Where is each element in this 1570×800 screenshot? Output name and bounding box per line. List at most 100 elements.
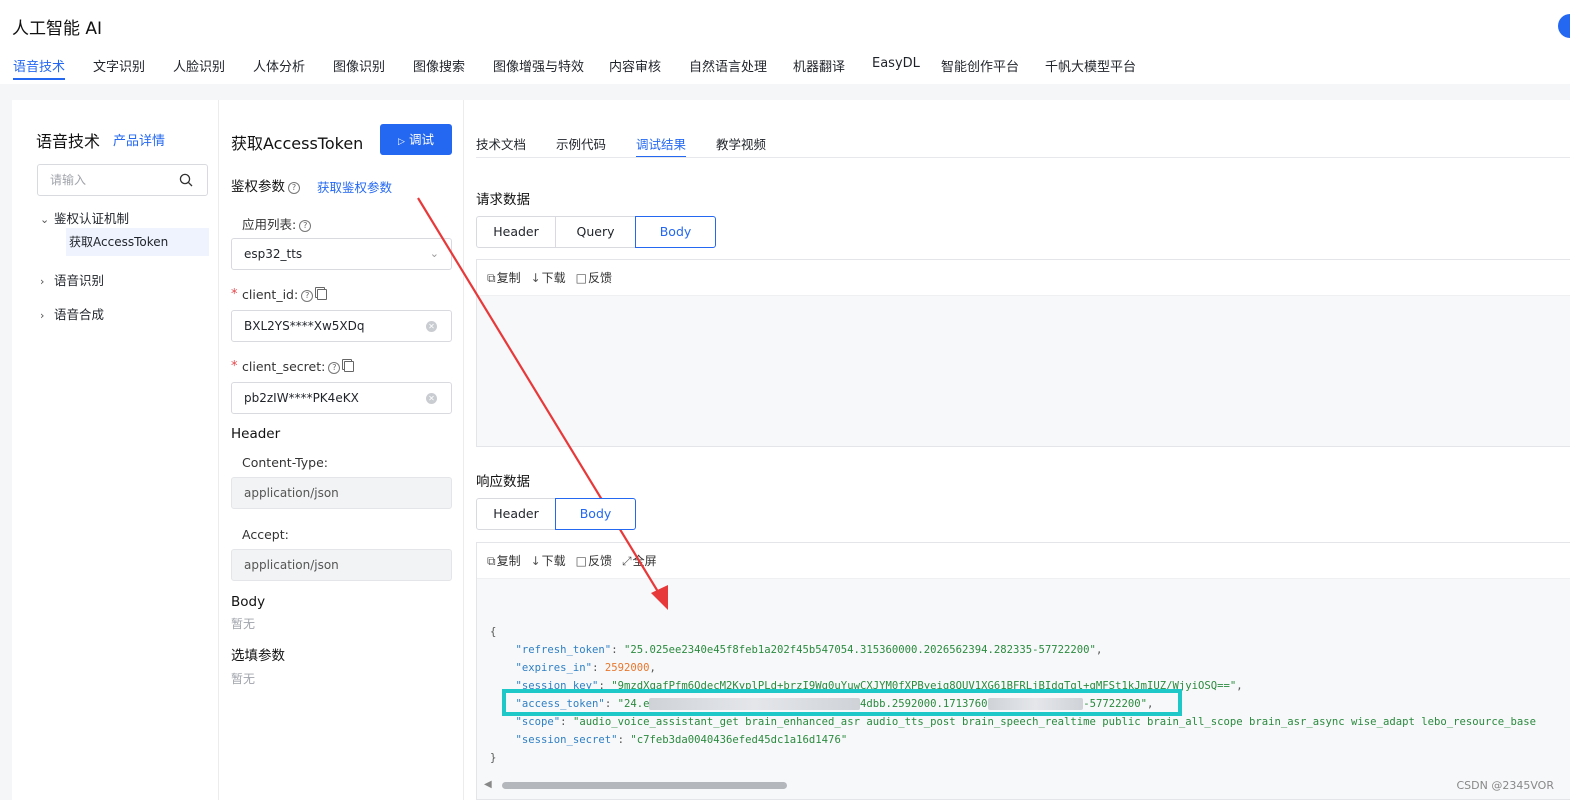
content-type-field: application/json — [231, 477, 452, 509]
search-input[interactable] — [50, 165, 180, 195]
client-id-field[interactable]: BXL2YS****Xw5XDq ✕ — [231, 310, 452, 342]
response-data-title: 响应数据 — [476, 474, 530, 490]
client-secret-label: client_secret:? — [242, 359, 355, 374]
tab-image-search[interactable]: 图像搜索 — [413, 56, 465, 75]
json-value: "25.025ee2340e45f8feb1a202f45b547054.315… — [623, 644, 1096, 656]
auth-section-label: 鉴权参数 — [231, 179, 285, 195]
debug-button[interactable]: ▷ 调试 — [380, 124, 452, 155]
response-segment: Header Body — [476, 498, 636, 530]
clear-icon[interactable]: ✕ — [426, 321, 437, 332]
tab-debug-result[interactable]: 调试结果 — [636, 134, 687, 158]
request-data-title: 请求数据 — [476, 192, 530, 208]
client-id-label-text: client_id: — [242, 287, 299, 302]
tab-ocr[interactable]: 文字识别 — [93, 56, 145, 75]
page-gutter — [0, 100, 12, 800]
tab-tutorial-video[interactable]: 教学视频 — [716, 134, 766, 153]
tree-item-auth[interactable]: ⌄ 鉴权认证机制 — [40, 208, 129, 227]
auth-section-title: 鉴权参数? — [231, 175, 300, 195]
tree-item-get-access-token[interactable]: 获取AccessToken — [66, 228, 209, 256]
response-toolbar: ⧉复制 ↓下载 □反馈 ⤢全屏 — [477, 543, 1570, 579]
tab-creation-platform[interactable]: 智能创作平台 — [941, 56, 1019, 75]
form-title: 获取AccessToken — [231, 134, 364, 153]
header-section-title: Header — [231, 426, 281, 442]
fullscreen-button[interactable]: ⤢全屏 — [622, 552, 657, 569]
client-secret-field[interactable]: pb2zIW****PK4eKX ✕ — [231, 382, 452, 414]
request-code-body — [477, 296, 1570, 446]
feedback-button[interactable]: □反馈 — [576, 552, 612, 569]
search-icon[interactable] — [179, 173, 193, 187]
response-code-panel: ⧉复制 ↓下载 □反馈 ⤢全屏 { "refresh_token": "25.0… — [476, 542, 1570, 800]
download-button[interactable]: ↓下载 — [531, 552, 566, 569]
tab-body-analysis[interactable]: 人体分析 — [253, 56, 305, 75]
download-label: 下载 — [541, 554, 566, 568]
tab-qianfan[interactable]: 千帆大模型平台 — [1045, 56, 1136, 75]
avatar[interactable] — [1558, 14, 1570, 38]
tree-item-label: 语音合成 — [54, 307, 105, 322]
copy-label: 复制 — [496, 554, 521, 568]
scroll-left-icon[interactable]: ◀ — [484, 779, 492, 790]
json-value: "c7feb3da0040436efed45dc1a16d1476" — [630, 734, 848, 746]
tab-face[interactable]: 人脸识别 — [173, 56, 225, 75]
product-detail-link[interactable]: 产品详情 — [113, 130, 165, 149]
header-divider — [0, 84, 1570, 100]
tab-image-recognition[interactable]: 图像识别 — [333, 56, 385, 75]
tab-content-review[interactable]: 内容审核 — [609, 56, 661, 75]
chevron-right-icon: › — [40, 309, 45, 322]
json-key: "scope" — [515, 716, 561, 728]
tree-item-tts[interactable]: › 语音合成 — [40, 304, 104, 323]
request-header-tab[interactable]: Header — [476, 216, 556, 248]
sidebar-title: 语音技术 — [36, 132, 101, 151]
json-close-brace: } — [490, 752, 497, 764]
response-body-tab[interactable]: Body — [555, 498, 636, 530]
response-header-tab[interactable]: Header — [476, 498, 556, 530]
copy-icon: ⧉ — [487, 271, 496, 285]
tree-item-asr[interactable]: › 语音识别 — [40, 270, 104, 289]
accept-field: application/json — [231, 549, 452, 581]
tab-translation[interactable]: 机器翻译 — [793, 56, 845, 75]
help-icon[interactable]: ? — [328, 362, 341, 374]
help-icon[interactable]: ? — [301, 290, 314, 302]
request-code-panel: ⧉复制 ↓下载 □反馈 — [476, 259, 1570, 447]
help-icon[interactable]: ? — [288, 182, 300, 194]
copy-icon[interactable] — [344, 361, 355, 372]
tab-nlp[interactable]: 自然语言处理 — [689, 56, 767, 75]
request-body-tab[interactable]: Body — [635, 216, 716, 248]
help-icon[interactable]: ? — [299, 220, 312, 232]
copy-icon: ⧉ — [487, 554, 496, 568]
body-section-title: Body — [231, 594, 266, 610]
tab-speech[interactable]: 语音技术 — [13, 56, 66, 80]
request-segment: Header Query Body — [476, 216, 716, 248]
fullscreen-icon: ⤢ — [622, 554, 632, 568]
json-key: "refresh_token" — [515, 644, 612, 656]
client-secret-label-text: client_secret: — [242, 359, 326, 374]
chevron-right-icon: › — [40, 275, 45, 288]
debug-button-label: 调试 — [408, 132, 434, 147]
app-title: 人工智能 AI — [12, 19, 103, 39]
scrollbar-thumb[interactable] — [502, 782, 787, 789]
optional-empty-text: 暂无 — [231, 672, 256, 686]
play-icon: ▷ — [398, 137, 405, 147]
fullscreen-label: 全屏 — [632, 554, 657, 568]
tab-easydl[interactable]: EasyDL — [872, 56, 920, 71]
tab-image-enhance[interactable]: 图像增强与特效 — [493, 56, 584, 75]
client-secret-value: pb2zIW****PK4eKX — [244, 391, 359, 405]
app-list-label-text: 应用列表: — [242, 217, 297, 232]
horizontal-scrollbar[interactable]: ◀ — [476, 778, 1570, 792]
copy-button[interactable]: ⧉复制 — [487, 269, 521, 286]
required-mark: * — [231, 287, 238, 302]
chevron-down-icon: ⌄ — [40, 213, 50, 226]
body-empty-text: 暂无 — [231, 617, 256, 631]
clear-icon[interactable]: ✕ — [426, 393, 437, 404]
tab-tech-docs[interactable]: 技术文档 — [476, 134, 526, 153]
request-query-tab[interactable]: Query — [555, 216, 636, 248]
feedback-button[interactable]: □反馈 — [576, 269, 612, 286]
tab-sample-code[interactable]: 示例代码 — [556, 134, 606, 153]
app-list-select[interactable]: esp32_tts ⌄ — [231, 238, 452, 270]
sidebar: 语音技术 产品详情 ⌄ 鉴权认证机制 获取AccessToken › 语音识别 › 语… — [12, 100, 219, 800]
tabs-divider — [476, 157, 1570, 158]
download-button[interactable]: ↓下载 — [531, 269, 566, 286]
copy-icon[interactable] — [317, 289, 328, 300]
copy-button[interactable]: ⧉复制 — [487, 552, 521, 569]
get-auth-params-link[interactable]: 获取鉴权参数 — [317, 177, 392, 196]
optional-section-title: 选填参数 — [231, 648, 285, 664]
